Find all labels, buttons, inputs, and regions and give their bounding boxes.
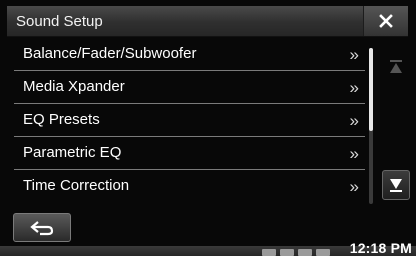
battery-icon (298, 249, 312, 256)
chevron-right-icon: » (349, 78, 359, 97)
menu-item-label: Media Xpander (23, 78, 125, 95)
signal-icon (316, 249, 330, 256)
menu-item-label: Balance/Fader/Subwoofer (23, 45, 197, 62)
chevron-right-icon: » (349, 144, 359, 163)
scroll-down-arrow-icon (390, 179, 402, 192)
menu-item-label: EQ Presets (23, 111, 100, 128)
sound-setup-menu: Balance/Fader/Subwoofer » Media Xpander … (14, 38, 365, 208)
back-arrow-icon (30, 220, 54, 235)
bluetooth-icon (280, 249, 294, 256)
menu-item-label: Time Correction (23, 177, 130, 194)
close-icon (379, 14, 393, 28)
page-title: Sound Setup (16, 13, 103, 30)
status-clock: 12:18 PM (349, 240, 412, 256)
chevron-right-icon: » (349, 45, 359, 64)
scrollbar-thumb[interactable] (369, 48, 373, 131)
chevron-right-icon: » (349, 177, 359, 196)
status-icons (262, 248, 340, 256)
scroll-down-button[interactable] (382, 170, 410, 200)
bluetooth-icon (262, 249, 276, 256)
menu-item-parametric-eq[interactable]: Parametric EQ » (14, 137, 365, 170)
menu-item-label: Parametric EQ (23, 144, 122, 161)
menu-item-eq-presets[interactable]: EQ Presets » (14, 104, 365, 137)
menu-item-media-xpander[interactable]: Media Xpander » (14, 71, 365, 104)
scrollbar-track[interactable] (369, 48, 373, 204)
header-bar: Sound Setup (7, 6, 408, 37)
close-button[interactable] (363, 6, 408, 36)
scroll-up-arrow-icon (390, 60, 402, 73)
chevron-right-icon: » (349, 111, 359, 130)
menu-item-time-correction[interactable]: Time Correction » (14, 170, 365, 203)
scroll-up-button[interactable] (382, 52, 410, 82)
menu-item-balance-fader-subwoofer[interactable]: Balance/Fader/Subwoofer » (14, 38, 365, 71)
back-button[interactable] (13, 213, 71, 242)
